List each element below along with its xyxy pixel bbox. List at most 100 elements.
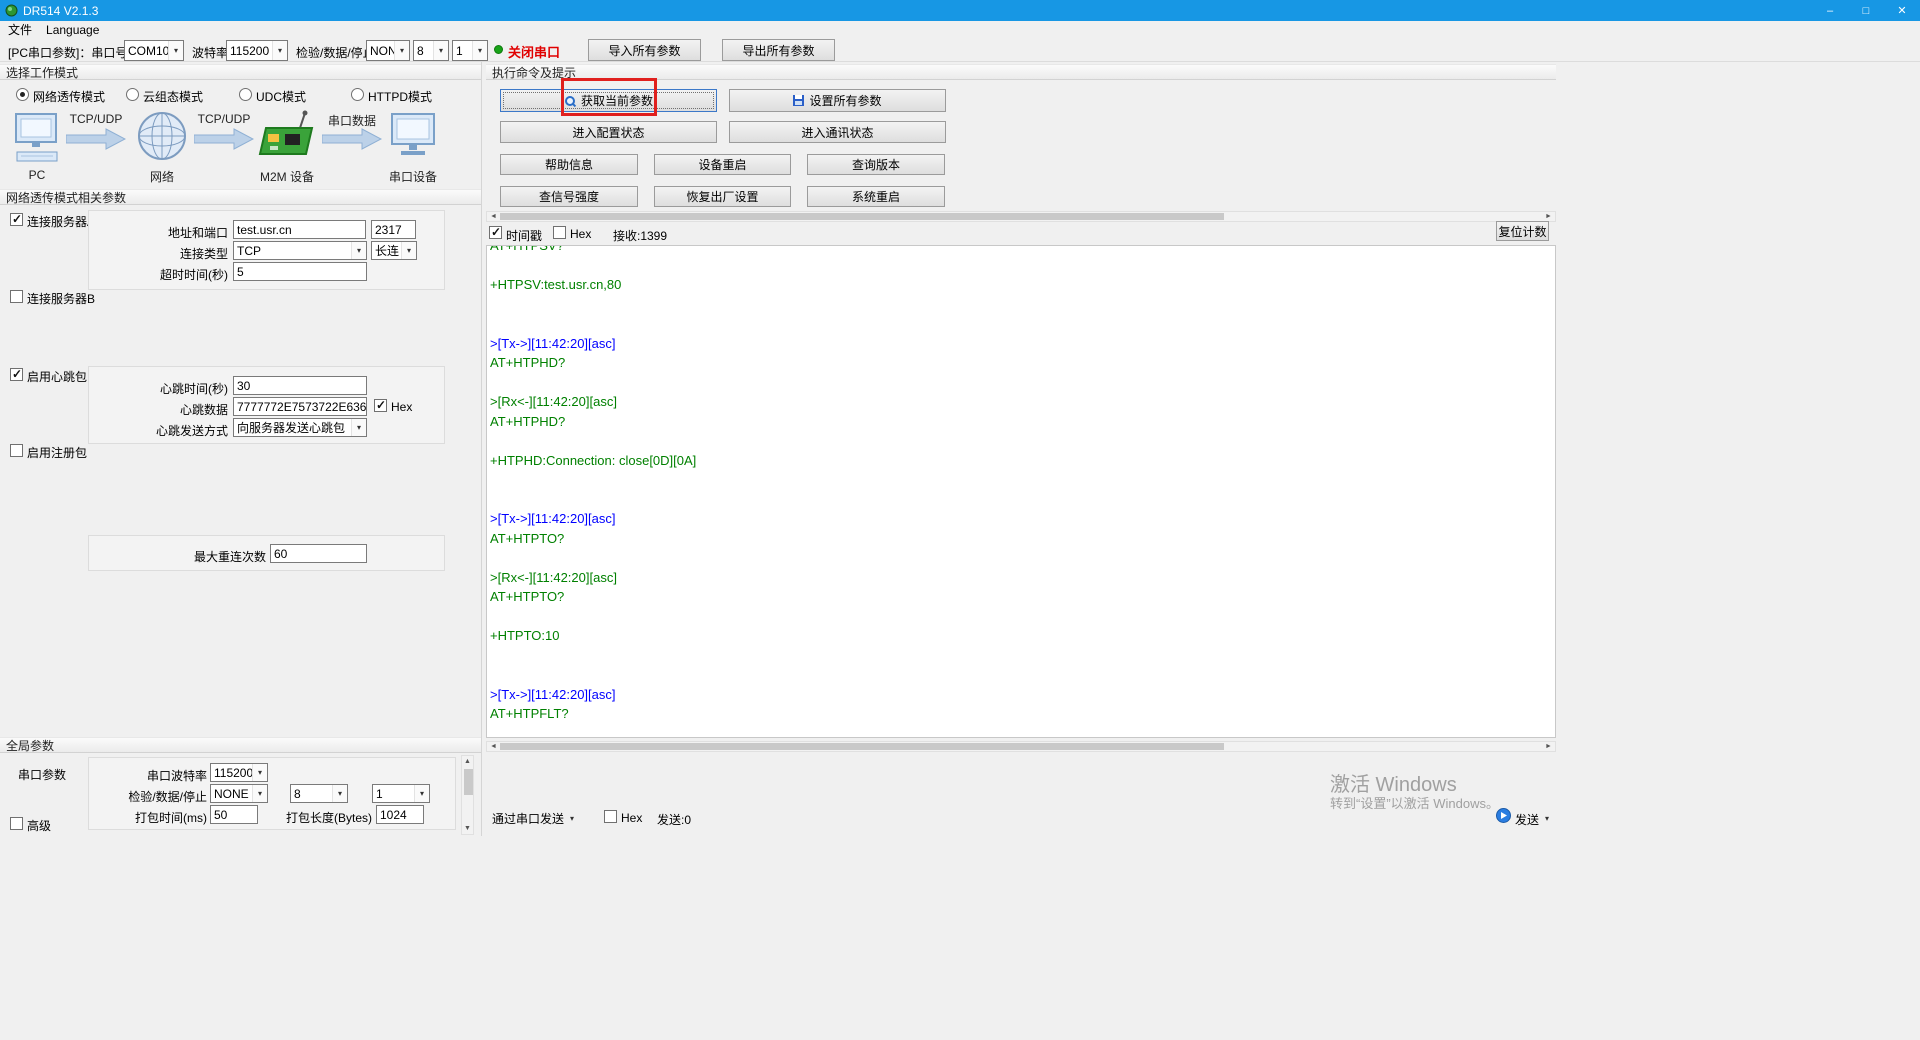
log-hex-label[interactable]: Hex: [570, 227, 591, 241]
send-hex-checkbox[interactable]: [604, 810, 617, 823]
dropdown-arrow-icon: [252, 785, 267, 802]
mode-radio-net-passthrough[interactable]: [16, 88, 29, 101]
dropdown-arrow-icon: [272, 41, 287, 60]
mode-radio-udc[interactable]: [239, 88, 252, 101]
g-parity-select[interactable]: NONE: [210, 784, 268, 803]
m2m-label: M2M 设备: [252, 168, 322, 185]
g-databits-select[interactable]: 8: [290, 784, 348, 803]
enter-config-label: 进入配置状态: [572, 124, 644, 141]
scroll-thumb[interactable]: [500, 213, 1224, 220]
packtime-input[interactable]: 50: [210, 805, 258, 824]
mode-radio-httpd[interactable]: [351, 88, 364, 101]
server-a-checkbox[interactable]: [10, 213, 23, 226]
scroll-right-icon[interactable]: [1543, 212, 1554, 221]
scroll-thumb[interactable]: [464, 769, 473, 795]
log-line: [490, 646, 1552, 666]
databits-select[interactable]: 8: [413, 40, 449, 61]
g-stopbits-select[interactable]: 1: [372, 784, 430, 803]
heartbeat-label[interactable]: 启用心跳包: [27, 368, 87, 385]
timestamp-checkbox[interactable]: [489, 226, 502, 239]
mode-label-udc[interactable]: UDC模式: [256, 88, 306, 105]
hb-time-input[interactable]: 30: [233, 376, 367, 395]
log-hscrollbar-top[interactable]: [486, 211, 1556, 222]
enter-config-button[interactable]: 进入配置状态: [500, 121, 717, 143]
parity-data-stop-label: 检验/数据/停止: [296, 44, 375, 61]
scroll-right-icon[interactable]: [1543, 742, 1554, 751]
system-reboot-button[interactable]: 系统重启: [807, 186, 945, 207]
link3-label: 串口数据: [318, 112, 386, 129]
timeout-input[interactable]: 5: [233, 262, 367, 281]
com-port-select[interactable]: COM10: [124, 40, 184, 61]
parity-select[interactable]: NONI: [366, 40, 410, 61]
export-params-button[interactable]: 导出所有参数: [722, 39, 835, 61]
globalparams-vscrollbar[interactable]: [461, 755, 474, 835]
reset-count-button[interactable]: 复位计数: [1496, 221, 1549, 241]
stopbits-select[interactable]: 1: [452, 40, 488, 61]
server-b-label[interactable]: 连接服务器B: [27, 290, 95, 307]
scroll-left-icon[interactable]: [488, 742, 499, 751]
packlen-input[interactable]: 1024: [376, 805, 424, 824]
mode-label-cloud[interactable]: 云组态模式: [143, 88, 203, 105]
dropdown-arrow-icon[interactable]: ▾: [1545, 814, 1549, 823]
close-button[interactable]: ✕: [1884, 0, 1920, 21]
send-button[interactable]: 发送: [1515, 811, 1539, 828]
hb-hex-checkbox[interactable]: [374, 399, 387, 412]
send-hex-label[interactable]: Hex: [621, 811, 642, 825]
conn-type-select[interactable]: TCP: [233, 241, 367, 260]
mode-label-httpd[interactable]: HTTPD模式: [368, 88, 432, 105]
globalparams-header: 全局参数: [0, 737, 481, 753]
heartbeat-checkbox[interactable]: [10, 368, 23, 381]
server-b-checkbox[interactable]: [10, 290, 23, 303]
dropdown-arrow-icon: [351, 242, 366, 259]
log-line: AT+HTPHD?: [490, 353, 1552, 373]
scroll-thumb[interactable]: [500, 743, 1224, 750]
mode-radio-cloud[interactable]: [126, 88, 139, 101]
hb-mode-select[interactable]: 向服务器发送心跳包: [233, 418, 367, 437]
device-reboot-button[interactable]: 设备重启: [654, 154, 791, 175]
scroll-up-icon[interactable]: [462, 757, 473, 766]
panel-divider: [481, 62, 482, 836]
register-label[interactable]: 启用注册包: [27, 444, 87, 461]
query-signal-button[interactable]: 查信号强度: [500, 186, 638, 207]
factory-reset-button[interactable]: 恢复出厂设置: [654, 186, 791, 207]
minimize-button[interactable]: –: [1812, 0, 1848, 21]
advanced-label[interactable]: 高级: [27, 817, 51, 834]
log-line: >[Rx<-][11:42:20][asc]: [490, 392, 1552, 412]
menu-file[interactable]: 文件: [8, 21, 32, 38]
advanced-checkbox[interactable]: [10, 817, 23, 830]
reconnect-input[interactable]: 60: [270, 544, 367, 563]
server-a-label[interactable]: 连接服务器A: [27, 213, 95, 230]
query-version-label: 查询版本: [852, 156, 900, 173]
dropdown-arrow-icon[interactable]: ▾: [570, 814, 574, 823]
enter-comm-button[interactable]: 进入通讯状态: [729, 121, 946, 143]
keepalive-select[interactable]: 长连: [371, 241, 417, 260]
timestamp-label[interactable]: 时间戳: [506, 227, 542, 244]
log-hex-checkbox[interactable]: [553, 226, 566, 239]
query-version-button[interactable]: 查询版本: [807, 154, 945, 175]
log-hscrollbar-bottom[interactable]: [486, 741, 1556, 752]
mode-label-net-passthrough[interactable]: 网络透传模式: [33, 88, 105, 105]
help-button[interactable]: 帮助信息: [500, 154, 638, 175]
server-a-port-input[interactable]: 2317: [371, 220, 416, 239]
g-baud-select[interactable]: 115200: [210, 763, 268, 782]
set-params-button[interactable]: 设置所有参数: [729, 89, 946, 112]
log-area[interactable]: AT+HTPSV?+HTPSV:test.usr.cn,80>[Tx->][11…: [486, 245, 1556, 738]
port-open-indicator-icon: [494, 45, 503, 54]
menu-language[interactable]: Language: [46, 23, 99, 37]
hb-hex-label[interactable]: Hex: [391, 400, 412, 414]
app-window: DR514 V2.1.3 – □ ✕ 文件 Language [PC串口参数]：…: [0, 0, 1920, 1040]
log-line: [490, 431, 1552, 451]
baud-select[interactable]: 115200: [226, 40, 288, 61]
send-via-serial-dropdown[interactable]: 通过串口发送: [492, 808, 564, 828]
maximize-button[interactable]: □: [1848, 0, 1884, 21]
dropdown-arrow-icon: [414, 785, 429, 802]
server-a-address-input[interactable]: test.usr.cn: [233, 220, 366, 239]
scroll-left-icon[interactable]: [488, 212, 499, 221]
close-port-button[interactable]: 关闭串口: [508, 42, 560, 61]
pc-icon: [14, 112, 60, 164]
register-checkbox[interactable]: [10, 444, 23, 457]
scroll-down-icon[interactable]: [462, 824, 473, 833]
hb-data-input[interactable]: 7777772E7573722E636E: [233, 397, 367, 416]
import-params-button[interactable]: 导入所有参数: [588, 39, 701, 61]
recv-count-label: 接收:1399: [613, 227, 667, 244]
